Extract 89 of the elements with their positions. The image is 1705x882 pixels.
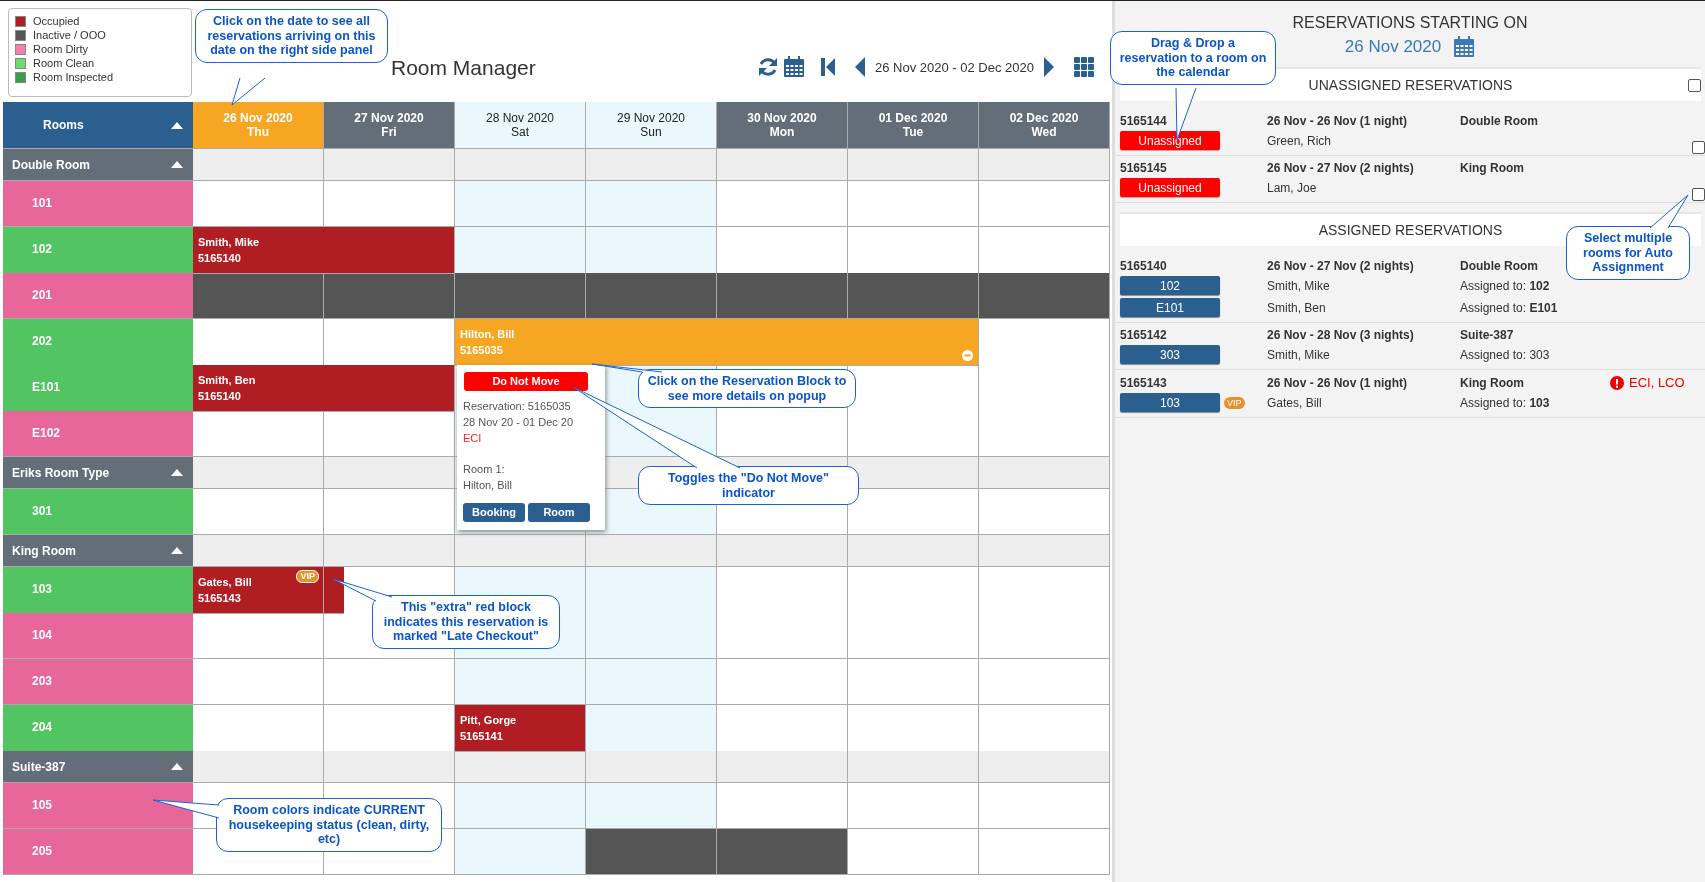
room-name-cell: 103 <box>3 567 193 614</box>
assigned-room: Assigned to: 303 <box>1460 347 1551 362</box>
do-not-move-button[interactable]: Do Not Move <box>464 371 588 391</box>
room-name-cell: 101 <box>3 181 193 227</box>
room-type-name: Eriks Room Type <box>12 465 110 480</box>
legend-label: Room Clean <box>33 57 95 70</box>
assigned-room: Assigned to: E101 <box>1460 300 1559 315</box>
rooms-column-header[interactable]: Rooms <box>3 102 193 149</box>
room-type-name: Double Room <box>12 157 90 172</box>
date-header[interactable]: 27 Nov 2020 Fri <box>324 102 455 149</box>
vip-badge: VIP <box>1224 396 1245 409</box>
room-type-header[interactable]: Eriks Room Type <box>3 457 193 489</box>
room-number-button[interactable]: 102 <box>1120 276 1220 295</box>
date-header[interactable]: 29 Nov 2020 Sun <box>586 102 717 149</box>
room-type: King Room <box>1460 375 1525 390</box>
reservation-block[interactable]: Smith, Mike 5165140 <box>193 227 455 274</box>
stay-dates: 26 Nov - 27 Nov (2 nights) <box>1267 161 1415 175</box>
selected-date[interactable]: 26 Nov 2020 <box>1344 37 1442 57</box>
guest-name: Lam, Joe <box>1267 180 1318 195</box>
room-name-cell: 203 <box>3 659 193 705</box>
assigned-room: Assigned to: 102 <box>1460 278 1551 293</box>
room-type-header[interactable]: Suite-387 <box>3 751 193 783</box>
guest-name: Green, Rich <box>1267 133 1333 148</box>
room-name-cell: 202 <box>3 319 193 366</box>
room-type-header[interactable]: Double Room <box>3 149 193 181</box>
reservation-number: 5165143 <box>1120 375 1168 390</box>
room-type: King Room <box>1460 161 1525 175</box>
room-name-cell: E101 <box>3 365 193 412</box>
date-range: 26 Nov 2020 - 02 Dec 2020 <box>875 59 1034 75</box>
room-number-button[interactable]: 303 <box>1120 345 1220 364</box>
room-type-name: King Room <box>12 543 76 558</box>
legend-label: Room Inspected <box>33 71 114 84</box>
room-name-cell: E102 <box>3 411 193 457</box>
room-name-cell: 105 <box>3 783 193 829</box>
guest-name: Gates, Bill <box>1267 395 1323 410</box>
legend-label: Room Dirty <box>33 43 88 56</box>
popup-text: Reservation: 5165035 <box>463 398 572 414</box>
popup-text: Hilton, Bill <box>463 477 513 493</box>
stay-dates: 26 Nov - 28 Nov (3 nights) <box>1267 328 1415 342</box>
section-title: UNASSIGNED RESERVATIONS <box>1308 77 1513 93</box>
page-title: Room Manager <box>391 56 536 80</box>
callout-bubble: Drag & Drop a reservation to a room on the calendar <box>1110 31 1276 85</box>
guest-name: Smith, Ben <box>1267 300 1327 315</box>
callout-bubble: Room colors indicate CURRENT housekeeping status (clean, dirty, etc) <box>216 798 442 852</box>
room-number-button[interactable]: E101 <box>1120 298 1220 317</box>
popup-text: Room 1: <box>463 461 506 477</box>
stay-dates: 26 Nov - 26 Nov (1 night) <box>1267 114 1409 128</box>
guest-name: Smith, Mike <box>1267 278 1331 293</box>
room-name-cell: 201 <box>3 273 193 319</box>
date-header[interactable]: 02 Dec 2020 Wed <box>979 102 1110 149</box>
room-type: Suite-387 <box>1460 328 1515 342</box>
legend-label: Inactive / OOO <box>33 29 106 42</box>
reservation-block[interactable]: Pitt, Gorge 5165141 <box>455 705 586 752</box>
section-title: ASSIGNED RESERVATIONS <box>1318 222 1503 238</box>
reservation-number: 5165142 <box>1120 328 1168 342</box>
assigned-room: Assigned to: 103 <box>1460 395 1551 410</box>
callout-bubble: Toggles the "Do Not Move" indicator <box>638 466 859 505</box>
room-number-button[interactable]: 103 <box>1120 393 1220 412</box>
date-header[interactable]: 30 Nov 2020 Mon <box>717 102 848 149</box>
date-header[interactable]: 28 Nov 2020 Sat <box>455 102 586 149</box>
panel-title: RESERVATIONS STARTING ON <box>1291 14 1529 32</box>
reservation-block[interactable]: Smith, Ben 5165140 <box>193 365 455 412</box>
reservation-block[interactable]: Gates, Bill 5165143 VIP <box>193 567 324 614</box>
room-name-cell: 205 <box>3 829 193 875</box>
reservation-number: 5165140 <box>1120 259 1168 273</box>
stay-dates: 26 Nov - 27 Nov (2 nights) <box>1267 259 1415 273</box>
popup-text: 28 Nov 20 - 01 Dec 20 <box>463 414 575 430</box>
popup-button[interactable]: Booking <box>463 502 525 522</box>
callout-bubble: Click on the date to see all reservations arriving on this date on the right side panel <box>195 9 388 63</box>
status-badge: Unassigned <box>1120 178 1220 197</box>
room-name-cell: 104 <box>3 613 193 659</box>
room-name-cell: 301 <box>3 489 193 535</box>
alert-flags: ECI, LCO <box>1629 375 1685 390</box>
room-name-cell: 102 <box>3 227 193 274</box>
status-badge: Unassigned <box>1120 131 1220 150</box>
guest-name: Smith, Mike <box>1267 347 1331 362</box>
room-type-header[interactable]: King Room <box>3 535 193 567</box>
reservation-number: 5165145 <box>1120 161 1168 175</box>
vip-badge: VIP <box>296 570 319 583</box>
popup-button[interactable]: Room <box>528 502 590 522</box>
stay-dates: 26 Nov - 26 Nov (1 night) <box>1267 375 1409 390</box>
warning-code: ECI <box>463 430 483 446</box>
room-type-name: Suite-387 <box>12 759 66 774</box>
date-header[interactable]: 01 Dec 2020 Tue <box>848 102 979 149</box>
room-type: Double Room <box>1460 114 1539 128</box>
room-name-cell: 204 <box>3 705 193 752</box>
reservation-number: 5165144 <box>1120 114 1168 128</box>
callout-bubble: This "extra" red block indicates this reservation is marked "Late Checkout" <box>372 595 560 649</box>
legend-label: Occupied <box>33 15 80 28</box>
